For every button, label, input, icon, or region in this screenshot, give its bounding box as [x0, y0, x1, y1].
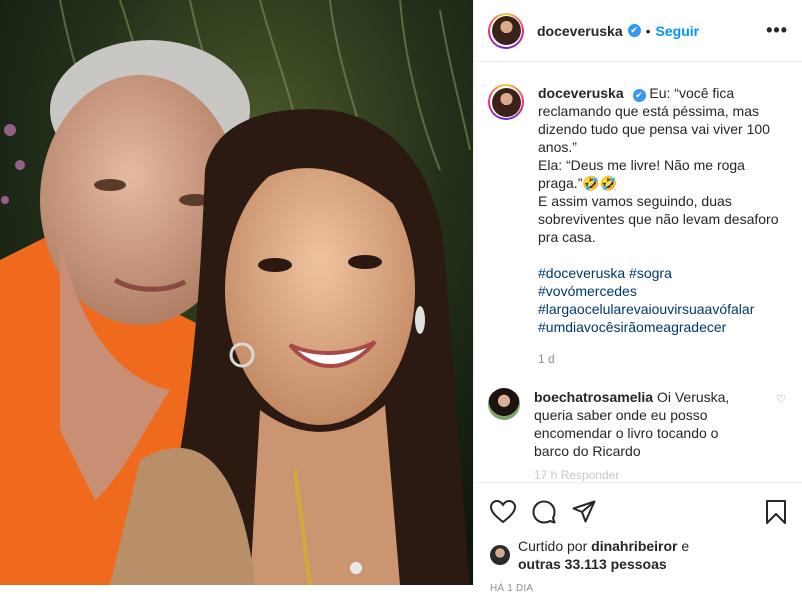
author-avatar[interactable] [488, 12, 524, 49]
caption: doceveruska ✔ Eu: “você fica reclamando … [488, 84, 786, 368]
more-options-icon[interactable]: ••• [766, 20, 788, 41]
post-timestamp[interactable]: HÁ 1 DIA [474, 573, 802, 594]
caption-line: Ela: “Deus me livre! Não me roga praga.”… [538, 157, 745, 191]
commenter-username[interactable]: boechatrosamelia [534, 389, 653, 405]
caption-username[interactable]: doceveruska [538, 85, 624, 101]
likes-others-link[interactable]: outras 33.113 pessoas [518, 556, 667, 572]
hashtag-link[interactable]: #largaocelularevaiouvirsuaavófalar [538, 300, 786, 318]
caption-time[interactable]: 1 d [538, 350, 786, 368]
comment-item: boechatrosamelia Oi Veruska, queria sabe… [488, 388, 786, 460]
instagram-post: doceveruska ✔ • Seguir ••• doceveruska ✔… [0, 0, 802, 594]
comment-like-heart-icon[interactable]: ♡ [776, 388, 786, 406]
likes-prefix: Curtido por [518, 538, 588, 554]
commenter-avatar[interactable] [488, 388, 520, 420]
share-paper-plane-icon[interactable] [572, 500, 596, 524]
post-header: doceveruska ✔ • Seguir ••• [474, 0, 802, 62]
post-sidebar: doceveruska ✔ • Seguir ••• doceveruska ✔… [473, 0, 802, 594]
comment-bubble-icon[interactable] [532, 500, 556, 524]
hashtag-link[interactable]: #doceveruska #sogra [538, 264, 786, 282]
comment-meta-partial[interactable]: 17 h Responder [488, 468, 786, 482]
follow-button[interactable]: Seguir [656, 23, 700, 39]
comments-area[interactable]: doceveruska ✔ Eu: “você fica reclamando … [474, 62, 802, 482]
likes-connector: e [681, 538, 690, 554]
verified-badge-icon: ✔ [627, 24, 641, 37]
header-separator: • [645, 22, 651, 39]
hashtag-link[interactable]: #umdiavocêsirãomeagradecer [538, 318, 786, 336]
hashtag-link[interactable]: #vovómercedes [538, 282, 786, 300]
save-bookmark-icon[interactable] [765, 499, 787, 525]
caption-verified-icon: ✔ [632, 88, 646, 102]
liker-avatar[interactable] [490, 545, 510, 565]
likes-summary: Curtido por dinahribeiror e outras 33.11… [474, 527, 802, 573]
like-heart-icon[interactable] [490, 500, 516, 524]
liker-username[interactable]: dinahribeiror [591, 538, 677, 554]
caption-avatar[interactable] [488, 84, 524, 120]
post-footer: Curtido por dinahribeiror e outras 33.11… [474, 482, 802, 594]
photo-illustration [0, 0, 473, 585]
author-username[interactable]: doceveruska [537, 23, 623, 39]
action-bar [474, 483, 802, 527]
caption-line: E assim vamos seguindo, duas sobrevivent… [538, 193, 779, 245]
post-photo[interactable] [0, 0, 473, 585]
